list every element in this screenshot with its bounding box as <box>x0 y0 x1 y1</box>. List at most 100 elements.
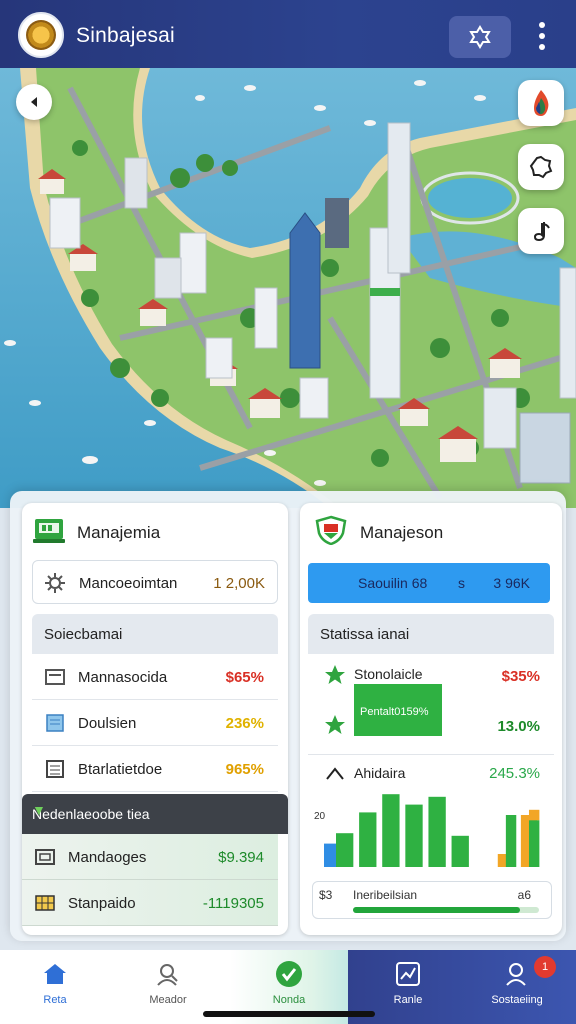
right-management-card: Manajeson Saouilin 68 s 3 96K Statissa i… <box>300 503 562 935</box>
row-value: -1119305 <box>202 895 264 912</box>
bottom-progress-stat[interactable]: $3 Ineribeilsian a6 <box>312 881 552 919</box>
left-card-title: Manajemia <box>77 523 161 542</box>
chart-bar-blue <box>324 843 336 867</box>
logo-emblem-icon <box>26 20 56 50</box>
grid-icon <box>35 895 55 911</box>
highlight-label: Pentalt0159% <box>360 706 429 718</box>
row-value: 965% <box>225 761 264 778</box>
chart-bar-cap <box>528 809 540 821</box>
left-card-header: Manajemia <box>22 503 288 557</box>
app-title: Sinbajesai <box>76 24 175 47</box>
green-highlight-box: Pentalt0159% <box>354 684 442 736</box>
nav-item-settings[interactable]: Sostaeiing <box>462 950 572 1024</box>
city-map[interactable] <box>0 68 576 508</box>
person-icon <box>154 960 182 988</box>
bar-chart: 20 <box>314 794 540 867</box>
map-filter-button[interactable] <box>518 144 564 190</box>
progress-right-label: a6 <box>517 888 531 902</box>
star-icon <box>325 715 345 734</box>
nav-label: Nonda <box>272 994 306 1006</box>
row-value: $9.394 <box>218 849 264 866</box>
summary-separator: s <box>458 575 465 591</box>
chart-bar-green <box>405 804 423 867</box>
management-panel: Manajemia Mancoeoimtan 1 2,00K Soiecbama… <box>10 491 566 941</box>
settings-button[interactable] <box>449 16 511 58</box>
star-icon <box>325 665 345 684</box>
ledger-icon <box>46 760 64 778</box>
chart-icon <box>394 960 422 988</box>
list-item[interactable]: Btarlatietdoe 965% <box>32 746 278 792</box>
chevron-down-icon: ▼ <box>32 802 46 818</box>
right-summary-bar[interactable]: Saouilin 68 s 3 96K <box>308 563 550 603</box>
dark-section-header[interactable]: Nedenlaeoobe tiea ▼ <box>22 794 288 834</box>
chart-bar-green <box>528 820 540 867</box>
trend-up-icon <box>326 767 344 780</box>
row-value: 236% <box>225 715 264 732</box>
nav-label: Reta <box>43 994 67 1006</box>
shield-icon <box>315 515 347 545</box>
stat-label: Ahidaira <box>354 765 406 781</box>
register-icon <box>35 849 55 865</box>
progress-left-label: $3 <box>319 888 333 902</box>
user-settings-icon <box>503 960 531 988</box>
progress-label: Ineribeilsian <box>353 888 418 902</box>
cash-register-icon <box>33 519 65 543</box>
chart-bar-green <box>451 835 469 867</box>
stat-value: 13.0% <box>497 718 540 735</box>
row-label: Doulsien <box>78 715 137 732</box>
row-label: Mannasocida <box>78 669 168 686</box>
right-card-title: Manajeson <box>360 523 444 542</box>
row-value: $65% <box>225 669 264 686</box>
chart-bar-green <box>382 794 400 867</box>
flame-icon <box>534 90 549 116</box>
app-logo[interactable] <box>18 12 64 58</box>
nav-label: Meador <box>149 994 187 1006</box>
home-indicator <box>203 1011 375 1017</box>
stat-value: $35% <box>501 668 540 685</box>
progress-track <box>353 907 539 913</box>
map-layer-button[interactable] <box>518 80 564 126</box>
chevron-left-icon <box>31 97 37 107</box>
list-item[interactable]: Doulsien 236% <box>32 700 278 746</box>
check-circle-icon <box>275 960 303 988</box>
row-label: Stanpaido <box>68 895 136 912</box>
more-menu-button[interactable] <box>530 20 554 52</box>
left-stat-box[interactable]: Mancoeoimtan 1 2,00K <box>32 560 278 604</box>
nav-label: Sostaeiing <box>491 994 543 1006</box>
list-item[interactable]: Stanpaido -1119305 <box>22 880 278 926</box>
gear-icon <box>45 573 65 593</box>
home-icon <box>41 960 69 988</box>
right-section-header: Statissa ianai <box>308 614 554 654</box>
chart-section: Ahidaira 245.3% 20 <box>308 754 554 874</box>
chart-bar-green <box>359 812 377 867</box>
chart-bar-green <box>336 833 354 867</box>
map-music-button[interactable] <box>518 208 564 254</box>
badge-icon <box>529 155 553 179</box>
chart-bar-green <box>428 796 446 867</box>
stat-label: Stonolaicle <box>354 666 423 682</box>
right-section-title: Statissa ianai <box>320 626 410 643</box>
row-label: Btarlatietdoe <box>78 761 163 778</box>
list-item[interactable]: Mandaoges $9.394 <box>22 834 278 880</box>
list-item[interactable]: Mannasocida $65% <box>32 654 278 700</box>
back-button[interactable] <box>16 84 52 120</box>
notification-badge: 1 <box>534 956 556 978</box>
left-section-title: Soiecbamai <box>44 626 123 643</box>
left-section-header: Soiecbamai <box>32 614 278 654</box>
gear-icon <box>469 25 491 49</box>
left-stat-label: Mancoeoimtan <box>79 575 178 592</box>
right-card-header: Manajeson <box>300 503 562 557</box>
nav-item-home[interactable]: Reta <box>0 950 110 1024</box>
chart-bar-green <box>505 815 517 867</box>
y-tick-label: 20 <box>314 811 326 822</box>
music-note-icon <box>533 222 550 242</box>
left-stat-value: 1 2,00K <box>213 575 265 592</box>
stat-value: 245.3% <box>489 765 540 782</box>
document-stack-icon <box>46 714 64 732</box>
top-bar: Sinbajesai <box>0 0 576 68</box>
register-icon <box>45 669 65 685</box>
left-management-card: Manajemia Mancoeoimtan 1 2,00K Soiecbama… <box>22 503 288 935</box>
city-map-illustration <box>0 68 576 508</box>
row-label: Mandaoges <box>68 849 147 866</box>
stats-list: Stonolaicle $35% Pentalt0159% 13.0% <box>308 654 554 754</box>
